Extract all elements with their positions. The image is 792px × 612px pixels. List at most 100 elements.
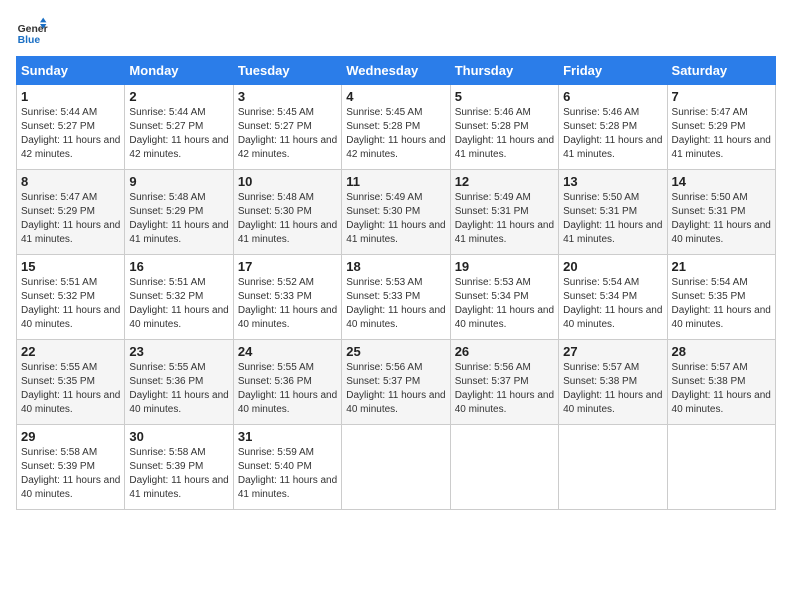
day-info: Sunrise: 5:57 AM Sunset: 5:38 PM Dayligh…	[563, 361, 662, 417]
day-info: Sunrise: 5:50 AM Sunset: 5:31 PM Dayligh…	[563, 191, 662, 247]
weekday-header: Monday	[125, 57, 233, 85]
calendar-cell: 13 Sunrise: 5:50 AM Sunset: 5:31 PM Dayl…	[559, 170, 667, 255]
calendar-week-row: 22 Sunrise: 5:55 AM Sunset: 5:35 PM Dayl…	[17, 340, 776, 425]
calendar-cell: 2 Sunrise: 5:44 AM Sunset: 5:27 PM Dayli…	[125, 85, 233, 170]
calendar-header-row: SundayMondayTuesdayWednesdayThursdayFrid…	[17, 57, 776, 85]
day-info: Sunrise: 5:55 AM Sunset: 5:36 PM Dayligh…	[238, 361, 337, 417]
day-number: 30	[129, 429, 228, 444]
day-info: Sunrise: 5:52 AM Sunset: 5:33 PM Dayligh…	[238, 276, 337, 332]
calendar-cell: 17 Sunrise: 5:52 AM Sunset: 5:33 PM Dayl…	[233, 255, 341, 340]
calendar-cell: 6 Sunrise: 5:46 AM Sunset: 5:28 PM Dayli…	[559, 85, 667, 170]
day-info: Sunrise: 5:48 AM Sunset: 5:30 PM Dayligh…	[238, 191, 337, 247]
day-number: 9	[129, 174, 228, 189]
day-info: Sunrise: 5:47 AM Sunset: 5:29 PM Dayligh…	[672, 106, 771, 162]
day-number: 28	[672, 344, 771, 359]
calendar-week-row: 29 Sunrise: 5:58 AM Sunset: 5:39 PM Dayl…	[17, 425, 776, 510]
day-info: Sunrise: 5:55 AM Sunset: 5:36 PM Dayligh…	[129, 361, 228, 417]
day-number: 10	[238, 174, 337, 189]
day-number: 20	[563, 259, 662, 274]
day-info: Sunrise: 5:57 AM Sunset: 5:38 PM Dayligh…	[672, 361, 771, 417]
day-info: Sunrise: 5:53 AM Sunset: 5:33 PM Dayligh…	[346, 276, 445, 332]
calendar-cell: 3 Sunrise: 5:45 AM Sunset: 5:27 PM Dayli…	[233, 85, 341, 170]
calendar-cell	[559, 425, 667, 510]
calendar-cell: 31 Sunrise: 5:59 AM Sunset: 5:40 PM Dayl…	[233, 425, 341, 510]
day-info: Sunrise: 5:46 AM Sunset: 5:28 PM Dayligh…	[455, 106, 554, 162]
day-number: 8	[21, 174, 120, 189]
calendar-cell: 19 Sunrise: 5:53 AM Sunset: 5:34 PM Dayl…	[450, 255, 558, 340]
day-number: 23	[129, 344, 228, 359]
weekday-header: Sunday	[17, 57, 125, 85]
calendar-cell: 18 Sunrise: 5:53 AM Sunset: 5:33 PM Dayl…	[342, 255, 450, 340]
day-number: 5	[455, 89, 554, 104]
calendar-cell: 25 Sunrise: 5:56 AM Sunset: 5:37 PM Dayl…	[342, 340, 450, 425]
day-number: 4	[346, 89, 445, 104]
calendar-cell: 11 Sunrise: 5:49 AM Sunset: 5:30 PM Dayl…	[342, 170, 450, 255]
header: General Blue	[16, 16, 776, 48]
day-number: 11	[346, 174, 445, 189]
calendar-cell: 27 Sunrise: 5:57 AM Sunset: 5:38 PM Dayl…	[559, 340, 667, 425]
calendar-cell: 9 Sunrise: 5:48 AM Sunset: 5:29 PM Dayli…	[125, 170, 233, 255]
calendar-week-row: 1 Sunrise: 5:44 AM Sunset: 5:27 PM Dayli…	[17, 85, 776, 170]
day-info: Sunrise: 5:51 AM Sunset: 5:32 PM Dayligh…	[129, 276, 228, 332]
svg-text:Blue: Blue	[18, 35, 41, 46]
day-number: 27	[563, 344, 662, 359]
weekday-header: Friday	[559, 57, 667, 85]
calendar-cell	[450, 425, 558, 510]
day-info: Sunrise: 5:48 AM Sunset: 5:29 PM Dayligh…	[129, 191, 228, 247]
day-number: 12	[455, 174, 554, 189]
weekday-header: Saturday	[667, 57, 775, 85]
calendar-cell	[342, 425, 450, 510]
calendar-week-row: 8 Sunrise: 5:47 AM Sunset: 5:29 PM Dayli…	[17, 170, 776, 255]
day-number: 22	[21, 344, 120, 359]
day-info: Sunrise: 5:45 AM Sunset: 5:28 PM Dayligh…	[346, 106, 445, 162]
calendar-week-row: 15 Sunrise: 5:51 AM Sunset: 5:32 PM Dayl…	[17, 255, 776, 340]
day-number: 17	[238, 259, 337, 274]
day-info: Sunrise: 5:44 AM Sunset: 5:27 PM Dayligh…	[129, 106, 228, 162]
day-number: 24	[238, 344, 337, 359]
calendar-cell: 20 Sunrise: 5:54 AM Sunset: 5:34 PM Dayl…	[559, 255, 667, 340]
calendar-cell: 22 Sunrise: 5:55 AM Sunset: 5:35 PM Dayl…	[17, 340, 125, 425]
day-number: 1	[21, 89, 120, 104]
day-number: 6	[563, 89, 662, 104]
day-number: 14	[672, 174, 771, 189]
calendar-cell: 30 Sunrise: 5:58 AM Sunset: 5:39 PM Dayl…	[125, 425, 233, 510]
day-info: Sunrise: 5:49 AM Sunset: 5:30 PM Dayligh…	[346, 191, 445, 247]
calendar-cell: 23 Sunrise: 5:55 AM Sunset: 5:36 PM Dayl…	[125, 340, 233, 425]
calendar-cell: 28 Sunrise: 5:57 AM Sunset: 5:38 PM Dayl…	[667, 340, 775, 425]
calendar-cell: 8 Sunrise: 5:47 AM Sunset: 5:29 PM Dayli…	[17, 170, 125, 255]
calendar-cell: 26 Sunrise: 5:56 AM Sunset: 5:37 PM Dayl…	[450, 340, 558, 425]
logo-icon: General Blue	[16, 16, 48, 48]
calendar-cell: 29 Sunrise: 5:58 AM Sunset: 5:39 PM Dayl…	[17, 425, 125, 510]
calendar-cell: 10 Sunrise: 5:48 AM Sunset: 5:30 PM Dayl…	[233, 170, 341, 255]
day-number: 15	[21, 259, 120, 274]
day-info: Sunrise: 5:56 AM Sunset: 5:37 PM Dayligh…	[455, 361, 554, 417]
calendar-cell: 15 Sunrise: 5:51 AM Sunset: 5:32 PM Dayl…	[17, 255, 125, 340]
day-info: Sunrise: 5:59 AM Sunset: 5:40 PM Dayligh…	[238, 446, 337, 502]
day-number: 16	[129, 259, 228, 274]
day-number: 25	[346, 344, 445, 359]
day-number: 7	[672, 89, 771, 104]
day-info: Sunrise: 5:44 AM Sunset: 5:27 PM Dayligh…	[21, 106, 120, 162]
day-number: 26	[455, 344, 554, 359]
logo: General Blue	[16, 16, 48, 48]
calendar-cell: 16 Sunrise: 5:51 AM Sunset: 5:32 PM Dayl…	[125, 255, 233, 340]
day-info: Sunrise: 5:53 AM Sunset: 5:34 PM Dayligh…	[455, 276, 554, 332]
calendar-cell: 1 Sunrise: 5:44 AM Sunset: 5:27 PM Dayli…	[17, 85, 125, 170]
day-number: 18	[346, 259, 445, 274]
day-info: Sunrise: 5:50 AM Sunset: 5:31 PM Dayligh…	[672, 191, 771, 247]
day-number: 19	[455, 259, 554, 274]
calendar-cell: 14 Sunrise: 5:50 AM Sunset: 5:31 PM Dayl…	[667, 170, 775, 255]
day-info: Sunrise: 5:49 AM Sunset: 5:31 PM Dayligh…	[455, 191, 554, 247]
calendar-cell: 7 Sunrise: 5:47 AM Sunset: 5:29 PM Dayli…	[667, 85, 775, 170]
calendar-cell	[667, 425, 775, 510]
day-number: 2	[129, 89, 228, 104]
day-number: 3	[238, 89, 337, 104]
day-number: 29	[21, 429, 120, 444]
day-info: Sunrise: 5:45 AM Sunset: 5:27 PM Dayligh…	[238, 106, 337, 162]
weekday-header: Tuesday	[233, 57, 341, 85]
day-info: Sunrise: 5:46 AM Sunset: 5:28 PM Dayligh…	[563, 106, 662, 162]
day-info: Sunrise: 5:55 AM Sunset: 5:35 PM Dayligh…	[21, 361, 120, 417]
weekday-header: Thursday	[450, 57, 558, 85]
day-info: Sunrise: 5:51 AM Sunset: 5:32 PM Dayligh…	[21, 276, 120, 332]
calendar-table: SundayMondayTuesdayWednesdayThursdayFrid…	[16, 56, 776, 510]
